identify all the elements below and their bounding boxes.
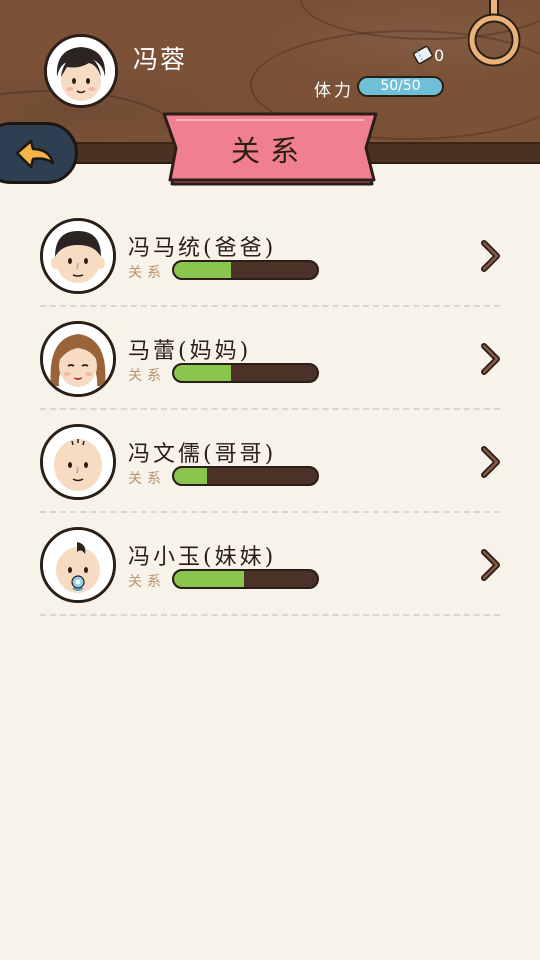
relation-name: 冯文儒(哥哥) (128, 442, 277, 467)
chevron-right-icon[interactable] (480, 240, 502, 272)
relation-row-sister[interactable]: 冯小玉(妹妹) 关系 (40, 527, 500, 630)
brother-avatar (40, 424, 116, 500)
relation-bar-fill (174, 365, 232, 381)
relation-label: 关系 (128, 265, 166, 281)
brother-avatar-icon (43, 427, 113, 497)
relation-bar (172, 466, 319, 486)
relation-bar-fill (174, 468, 207, 484)
ticket-count: 0 (434, 46, 445, 65)
stamina-value: 50/50 (380, 78, 421, 94)
relation-label: 关系 (128, 574, 166, 590)
stamina-label: 体力 (314, 81, 354, 101)
relation-label: 关系 (128, 471, 166, 487)
relation-row-father[interactable]: 冯马统(爸爸) 关系 (40, 218, 500, 321)
chevron-right-icon[interactable] (480, 549, 502, 581)
page-title: 关系 (230, 134, 309, 168)
relations-list: 冯马统(爸爸) 关系 马蕾(妈妈) 关系 冯文儒(哥哥) 关系 冯小玉(妹妹) … (40, 218, 500, 630)
relation-label: 关系 (128, 368, 166, 384)
mother-avatar-icon (43, 324, 113, 394)
relation-name: 冯马统(爸爸) (128, 236, 277, 261)
row-divider (40, 614, 500, 616)
row-divider (40, 511, 500, 513)
ticket-icon (413, 45, 433, 65)
stamina-bar: 50/50 (357, 76, 444, 97)
player-name: 冯蓉 (133, 45, 188, 74)
row-divider (40, 305, 500, 307)
chevron-right-icon[interactable] (480, 446, 502, 478)
relation-bar-fill (174, 262, 232, 278)
player-avatar[interactable] (44, 34, 118, 108)
girl-face-icon (47, 37, 115, 105)
sister-avatar (40, 527, 116, 603)
relation-bar-fill (174, 571, 245, 587)
relation-name: 马蕾(妈妈) (128, 339, 252, 364)
back-arrow-icon (15, 139, 55, 169)
relation-name: 冯小玉(妹妹) (128, 545, 277, 570)
relation-bar (172, 363, 319, 383)
hanging-ring-icon[interactable] (468, 0, 522, 70)
back-button[interactable] (0, 122, 78, 184)
father-avatar-icon (43, 221, 113, 291)
relation-bar (172, 260, 319, 280)
relation-row-brother[interactable]: 冯文儒(哥哥) 关系 (40, 424, 500, 527)
relation-bar (172, 569, 319, 589)
row-divider (40, 408, 500, 410)
relation-row-mother[interactable]: 马蕾(妈妈) 关系 (40, 321, 500, 424)
sister-avatar-icon (43, 530, 113, 600)
chevron-right-icon[interactable] (480, 343, 502, 375)
mother-avatar (40, 321, 116, 397)
father-avatar (40, 218, 116, 294)
